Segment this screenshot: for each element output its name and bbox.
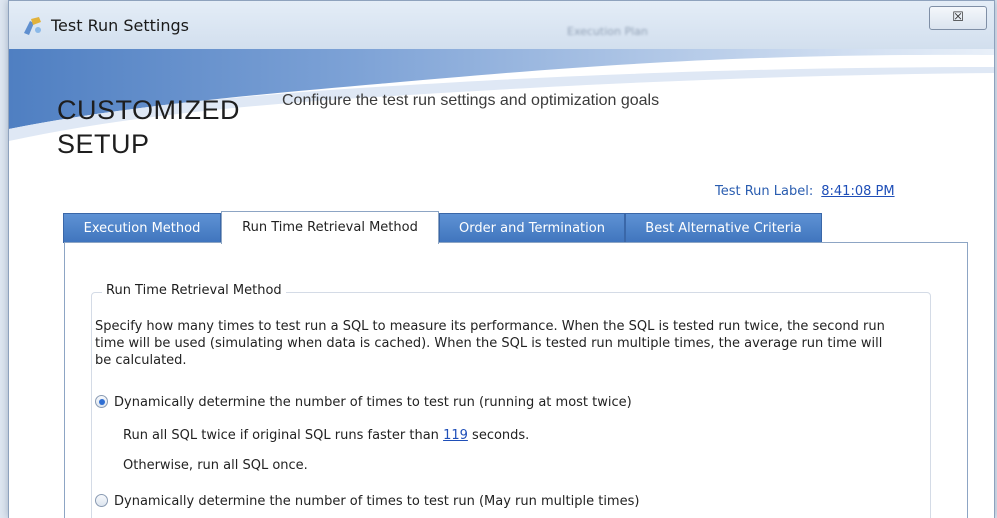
close-button[interactable]: ☒ [929, 6, 987, 30]
test-run-label-row: Test Run Label: 8:41:08 PM [715, 184, 895, 199]
threshold-prefix: Run all SQL twice if original SQL runs f… [123, 428, 439, 443]
tab-execution-method[interactable]: Execution Method [63, 213, 221, 243]
page-title: CUSTOMIZED SETUP [57, 93, 240, 161]
option-multiple-times[interactable]: Dynamically determine the number of time… [95, 494, 639, 509]
option-multiple-times-label: Dynamically determine the number of time… [114, 494, 640, 509]
threshold-suffix: seconds. [472, 428, 530, 443]
test-run-settings-window: Test Run Settings Execution Plan ☒ CUSTO… [8, 0, 995, 518]
page-title-line1: CUSTOMIZED [57, 95, 241, 125]
option-at-most-twice-label: Dynamically determine the number of time… [114, 395, 632, 410]
description-text: Specify how many times to test run a SQL… [95, 319, 885, 368]
page-subtitle: Configure the test run settings and opti… [282, 92, 660, 109]
option-at-most-twice[interactable]: Dynamically determine the number of time… [95, 395, 632, 410]
radio-at-most-twice[interactable] [95, 395, 108, 408]
close-icon: ☒ [952, 10, 964, 25]
otherwise-line: Otherwise, run all SQL once. [123, 458, 308, 473]
background-window-title: Execution Plan [567, 25, 648, 38]
page-title-line2: SETUP [57, 129, 150, 159]
window-title: Test Run Settings [51, 16, 189, 35]
tab-best-alternative-criteria[interactable]: Best Alternative Criteria [625, 213, 822, 243]
tab-panel: Run Time Retrieval Method Specify how ma… [64, 242, 968, 518]
radio-multiple-times[interactable] [95, 494, 108, 507]
title-bar[interactable]: Test Run Settings Execution Plan ☒ [9, 1, 994, 49]
app-icon [24, 17, 41, 35]
threshold-seconds-link[interactable]: 119 [443, 428, 468, 443]
threshold-line: Run all SQL twice if original SQL runs f… [123, 428, 529, 443]
test-run-label-link[interactable]: 8:41:08 PM [821, 184, 894, 199]
tab-run-time-retrieval-method[interactable]: Run Time Retrieval Method [221, 211, 439, 244]
group-title: Run Time Retrieval Method [102, 283, 286, 298]
tab-order-and-termination[interactable]: Order and Termination [439, 213, 625, 243]
test-run-label: Test Run Label: [715, 184, 814, 199]
